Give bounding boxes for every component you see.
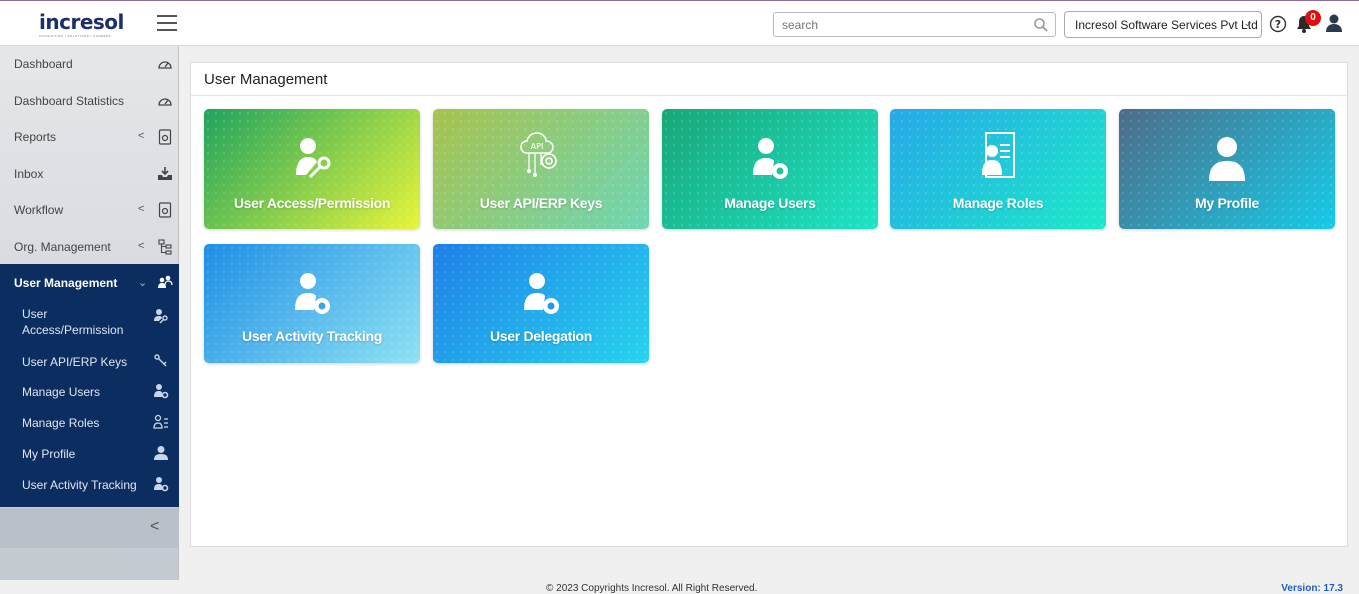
sidebar-item-workflow[interactable]: Workflow < xyxy=(0,193,179,227)
divider xyxy=(191,95,1347,96)
sidebar-subitem-label: User Access/Permission xyxy=(22,307,124,337)
sidebar-subitem-label: Manage Roles xyxy=(22,416,100,430)
user-gear-icon xyxy=(524,273,559,314)
sidebar-item-inbox[interactable]: Inbox xyxy=(0,157,179,191)
hamburger-menu-icon[interactable] xyxy=(157,15,177,31)
sidebar-item-label: Dashboard xyxy=(14,57,73,71)
workflow-gear-icon xyxy=(158,202,172,218)
sidebar-subitem-label: My Profile xyxy=(22,447,76,461)
help-icon[interactable]: ? xyxy=(1269,15,1287,33)
card-manage-users[interactable]: Manage Users xyxy=(662,109,878,229)
svg-text:API: API xyxy=(531,142,544,151)
user-icon xyxy=(1209,137,1245,181)
sidebar-item-label: Workflow xyxy=(14,203,64,217)
main-panel: User Management User Access/Permission A… xyxy=(190,62,1348,547)
company-select[interactable]: Incresol Software Services Pvt Ltd ⌄ xyxy=(1064,11,1262,38)
svg-text:?: ? xyxy=(1275,18,1281,31)
sidebar-subitem-label: User API/ERP Keys xyxy=(22,355,128,369)
sidebar-subitem-user-activity-tracking[interactable]: User Activity Tracking xyxy=(0,475,179,501)
sidebar-item-label: Inbox xyxy=(14,167,44,181)
card-user-activity-tracking[interactable]: User Activity Tracking xyxy=(204,244,420,363)
chevron-left-icon: < xyxy=(138,130,145,142)
version-text: Version: 17.3 xyxy=(1281,583,1343,594)
sidebar-item-org-management[interactable]: Org. Management < xyxy=(0,230,179,264)
collapse-sidebar-icon[interactable]: < xyxy=(150,518,159,536)
notification-badge: 0 xyxy=(1305,10,1321,26)
api-cloud-gear-icon: API xyxy=(520,132,557,177)
card-title: My Profile xyxy=(1195,195,1259,211)
user-gear-icon xyxy=(154,477,169,492)
chevron-down-icon: ⌄ xyxy=(1243,18,1251,28)
report-gear-icon xyxy=(158,129,172,145)
company-name: Incresol Software Services Pvt Ltd xyxy=(1075,18,1258,32)
card-title: User API/ERP Keys xyxy=(479,195,603,211)
sidebar-item-dashboard[interactable]: Dashboard xyxy=(0,47,179,81)
card-title: Manage Roles xyxy=(952,195,1044,211)
sidebar-item-label: Dashboard Statistics xyxy=(14,94,125,108)
card-title: User Access/Permission xyxy=(233,195,391,211)
user-list-icon xyxy=(153,414,168,429)
key-icon xyxy=(154,354,167,367)
card-user-api-erp-keys[interactable]: API User API/ERP Keys xyxy=(433,109,649,229)
inbox-download-icon xyxy=(158,167,172,180)
card-title: User Delegation xyxy=(489,328,593,344)
chevron-left-icon: < xyxy=(138,240,145,252)
sidebar-subitem-user-api-erp-keys[interactable]: User API/ERP Keys xyxy=(0,352,179,378)
sidebar-item-user-management[interactable]: User Management ⌄ xyxy=(0,264,179,300)
gauge-icon xyxy=(158,98,172,106)
sidebar-item-label: Reports xyxy=(14,130,57,144)
sidebar-item-dashboard-statistics[interactable]: Dashboard Statistics xyxy=(0,84,179,118)
sidebar-subitem-manage-users[interactable]: Manage Users xyxy=(0,382,179,408)
org-tree-icon xyxy=(158,239,172,255)
sidebar: Dashboard Dashboard Statistics Reports <… xyxy=(0,46,179,580)
user-gear-icon xyxy=(295,273,330,314)
search-input[interactable] xyxy=(774,13,1024,36)
sidebar-item-label: User Management xyxy=(14,276,118,290)
sidebar-subitem-label: Manage Users xyxy=(22,385,101,399)
card-user-access-permission[interactable]: User Access/Permission xyxy=(204,109,420,229)
card-manage-roles[interactable]: Manage Roles xyxy=(890,109,1106,229)
user-icon xyxy=(154,446,168,460)
sidebar-subitem-user-access-permission[interactable]: User Access/Permission xyxy=(0,304,179,342)
top-bar: incresol CONSULTING | SOLUTIONS | CAREER… xyxy=(0,0,1359,46)
user-key-icon xyxy=(154,309,168,324)
card-my-profile[interactable]: My Profile xyxy=(1119,109,1335,229)
logo[interactable]: incresol CONSULTING | SOLUTIONS | CAREER… xyxy=(39,12,124,37)
user-gear-icon xyxy=(154,384,169,399)
card-user-delegation[interactable]: User Delegation xyxy=(433,244,649,363)
user-avatar-icon[interactable] xyxy=(1325,13,1343,33)
sidebar-item-label: Org. Management xyxy=(14,240,111,254)
sidebar-subitem-manage-roles[interactable]: Manage Roles xyxy=(0,413,179,439)
copyright-text: © 2023 Copyrights Incresol. All Right Re… xyxy=(546,583,758,594)
gauge-icon xyxy=(158,61,172,69)
logo-text: incresol xyxy=(39,10,124,34)
user-list-icon xyxy=(982,132,1015,178)
logo-tagline: CONSULTING | SOLUTIONS | CAREERS xyxy=(39,34,112,37)
sidebar-collapse-bar: < xyxy=(0,508,179,548)
sidebar-subitem-label: User Activity Tracking xyxy=(22,478,137,492)
user-group-icon xyxy=(158,275,173,288)
card-title: Manage Users xyxy=(724,195,816,211)
chevron-left-icon: < xyxy=(138,203,145,215)
chevron-down-icon: ⌄ xyxy=(138,277,148,289)
sidebar-subitem-my-profile[interactable]: My Profile xyxy=(0,444,179,470)
search-box xyxy=(773,12,1056,37)
sidebar-group-user-management: User Management ⌄ User Access/Permission… xyxy=(0,264,179,507)
sidebar-item-reports[interactable]: Reports < xyxy=(0,120,179,154)
card-title: User Activity Tracking xyxy=(242,328,382,344)
user-gear-icon xyxy=(753,138,788,179)
user-key-icon xyxy=(296,138,331,179)
search-icon[interactable] xyxy=(1033,17,1049,33)
page-title: User Management xyxy=(204,71,328,88)
